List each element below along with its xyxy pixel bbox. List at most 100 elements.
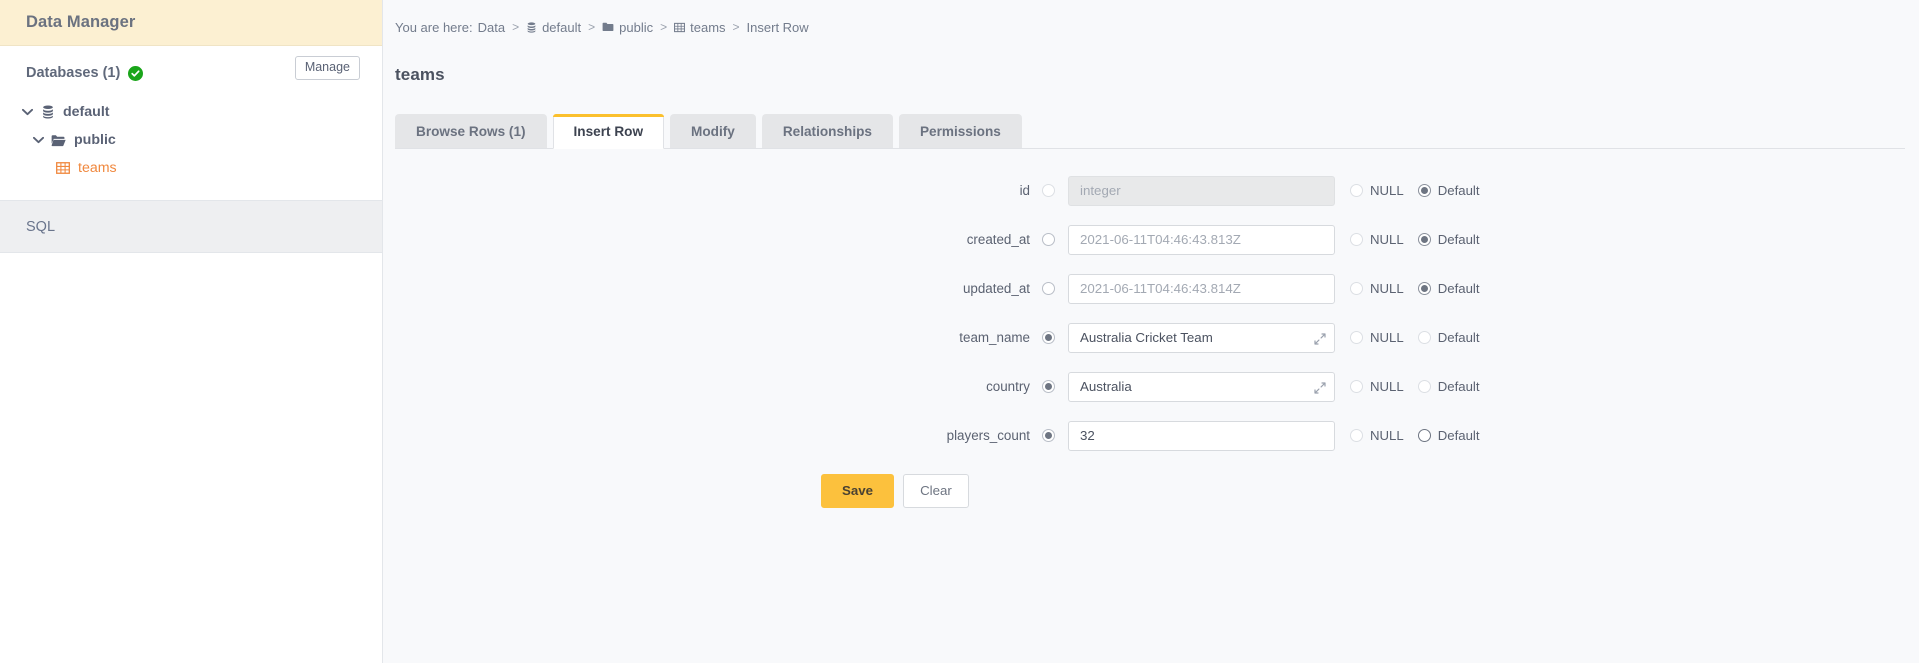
form-row-updated-at: updated_at NULL Default (383, 269, 1919, 309)
input-id[interactable] (1068, 175, 1335, 206)
field-wrapper-id (1068, 175, 1335, 206)
field-wrapper-updated-at (1068, 273, 1335, 304)
tab-permissions[interactable]: Permissions (898, 113, 1022, 149)
app-root: Data Manager Databases (1) Manage defaul… (0, 0, 1919, 663)
expand-icon[interactable] (1314, 332, 1326, 345)
sql-label: SQL (26, 218, 56, 235)
tab-modify[interactable]: Modify (670, 113, 756, 149)
null-radio-updated-at[interactable] (1350, 282, 1363, 296)
sidebar: Data Manager Databases (1) Manage defaul… (0, 0, 383, 663)
tree-label: teams (78, 160, 117, 176)
databases-header: Databases (1) Manage (0, 56, 382, 86)
default-radio-country[interactable] (1417, 380, 1431, 394)
null-option-players-count[interactable]: NULL (1350, 428, 1404, 443)
options-team-name: NULL Default (1350, 330, 1494, 345)
tree-label: public (74, 132, 116, 148)
folder-open-icon (50, 134, 67, 147)
breadcrumb-separator: > (588, 20, 596, 34)
tree-item-teams[interactable]: teams (0, 154, 382, 182)
input-country[interactable] (1068, 371, 1335, 402)
value-radio-players-count[interactable] (1042, 429, 1055, 443)
null-label: NULL (1370, 379, 1404, 395)
null-option-created-at[interactable]: NULL (1350, 232, 1404, 247)
options-created-at: NULL Default (1350, 232, 1494, 247)
tab-browse-rows[interactable]: Browse Rows (1) (395, 113, 547, 149)
value-radio-country[interactable] (1042, 380, 1055, 394)
form-row-team-name: team_name NULL (383, 318, 1919, 358)
breadcrumb-item-default[interactable]: default (526, 20, 581, 35)
chevron-down-icon[interactable] (31, 133, 45, 147)
tab-relationships[interactable]: Relationships (761, 113, 893, 149)
tree-label: default (63, 104, 110, 120)
sidebar-item-sql[interactable]: SQL (0, 201, 382, 253)
breadcrumb-separator: > (512, 20, 520, 34)
save-button[interactable]: Save (821, 473, 895, 509)
null-radio-country[interactable] (1350, 380, 1363, 394)
field-wrapper-team-name (1068, 322, 1335, 353)
input-team-name[interactable] (1068, 322, 1335, 353)
folder-icon (602, 22, 614, 32)
default-option-id[interactable]: Default (1417, 183, 1480, 198)
default-radio-created-at[interactable] (1417, 233, 1431, 247)
options-players-count: NULL Default (1350, 428, 1494, 443)
value-radio-updated-at[interactable] (1042, 282, 1055, 296)
clear-button[interactable]: Clear (903, 473, 969, 509)
options-id: NULL Default (1350, 183, 1494, 198)
null-label: NULL (1370, 428, 1404, 444)
default-radio-team-name[interactable] (1417, 331, 1431, 345)
options-country: NULL Default (1350, 379, 1494, 394)
null-option-id[interactable]: NULL (1350, 183, 1404, 198)
breadcrumb-item-public[interactable]: public (602, 20, 653, 35)
chevron-down-icon[interactable] (20, 105, 34, 119)
breadcrumb-label: Data (477, 19, 506, 35)
insert-row-form: id NULL Default crea (383, 149, 1919, 509)
null-option-country[interactable]: NULL (1350, 379, 1404, 394)
default-option-team-name[interactable]: Default (1417, 330, 1480, 345)
main-content: You are here: Data > default > public > … (383, 0, 1919, 663)
input-updated-at[interactable] (1068, 273, 1335, 304)
breadcrumb-item-teams[interactable]: teams (674, 19, 726, 35)
field-wrapper-created-at (1068, 224, 1335, 255)
breadcrumb-separator: > (732, 20, 740, 34)
value-radio-id[interactable] (1042, 184, 1055, 198)
default-option-created-at[interactable]: Default (1417, 232, 1480, 248)
input-players-count[interactable] (1068, 420, 1335, 451)
breadcrumb-label: default (542, 19, 582, 35)
value-radio-team-name[interactable] (1042, 331, 1055, 345)
manage-button[interactable]: Manage (294, 56, 360, 80)
null-option-team-name[interactable]: NULL (1350, 330, 1404, 345)
default-option-players-count[interactable]: Default (1417, 428, 1480, 443)
breadcrumb-item-data[interactable]: Data (478, 20, 505, 35)
databases-label: Databases (1) (26, 65, 121, 81)
null-option-updated-at[interactable]: NULL (1350, 281, 1404, 296)
databases-section: Databases (1) Manage default public team… (0, 46, 382, 201)
breadcrumb-label: teams (690, 19, 726, 35)
tree-item-default[interactable]: default (0, 98, 382, 126)
table-icon (54, 161, 71, 175)
null-label: NULL (1370, 330, 1404, 346)
default-label: Default (1437, 232, 1480, 248)
field-label-team-name: team_name (959, 330, 1030, 346)
default-radio-updated-at[interactable] (1417, 282, 1431, 296)
default-radio-id[interactable] (1417, 184, 1431, 198)
tab-insert-row[interactable]: Insert Row (552, 113, 665, 149)
null-radio-id[interactable] (1350, 184, 1363, 198)
value-radio-created-at[interactable] (1042, 233, 1055, 247)
input-created-at[interactable] (1068, 224, 1335, 255)
default-option-updated-at[interactable]: Default (1417, 281, 1480, 297)
sidebar-header: Data Manager (0, 0, 382, 46)
form-row-id: id NULL Default (383, 171, 1919, 211)
default-radio-players-count[interactable] (1417, 429, 1431, 443)
default-label: Default (1437, 281, 1480, 297)
default-option-country[interactable]: Default (1417, 379, 1480, 394)
breadcrumb-prefix: You are here: (395, 19, 473, 35)
field-label-id: id (1019, 183, 1030, 199)
null-radio-created-at[interactable] (1350, 233, 1363, 247)
null-radio-team-name[interactable] (1350, 331, 1363, 345)
expand-icon[interactable] (1314, 381, 1326, 394)
breadcrumb-item-insert-row: Insert Row (747, 20, 809, 35)
table-icon (674, 22, 686, 33)
tree-item-public[interactable]: public (0, 126, 382, 154)
null-radio-players-count[interactable] (1350, 429, 1363, 443)
null-label: NULL (1370, 183, 1404, 199)
